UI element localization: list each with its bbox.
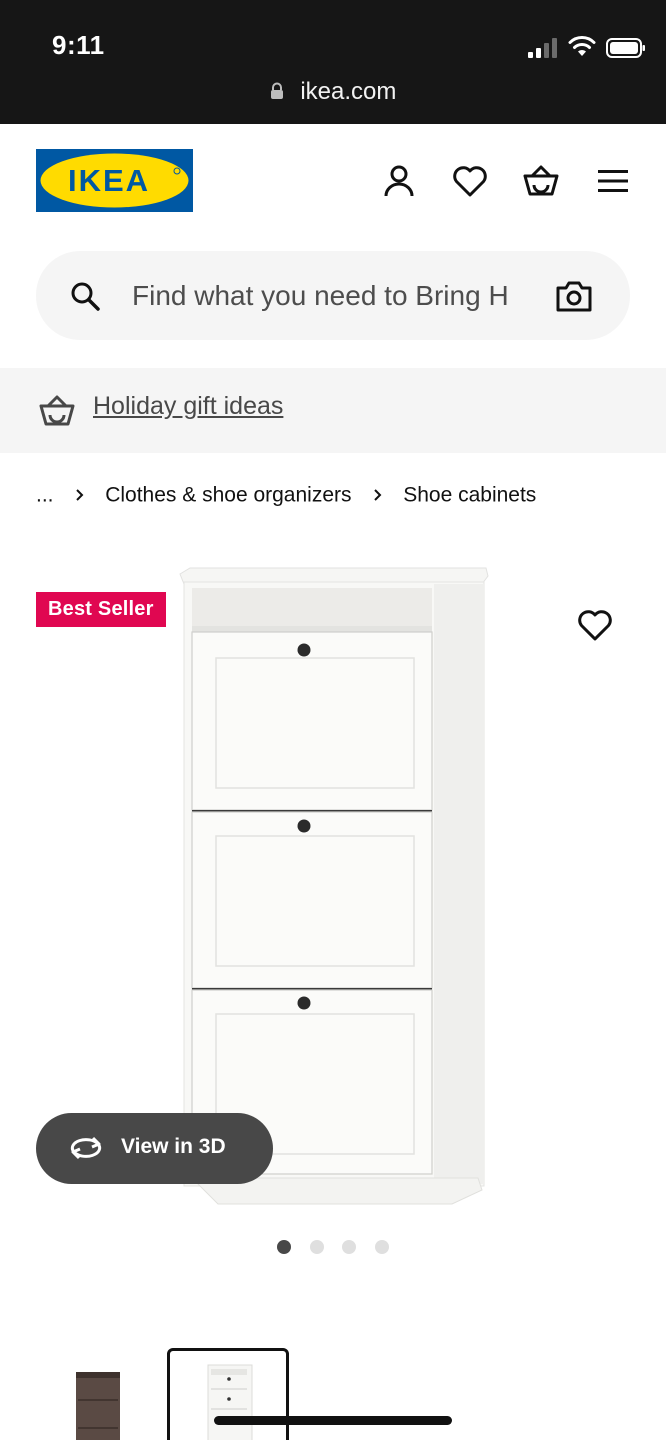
search-input[interactable] bbox=[132, 275, 532, 317]
home-indicator bbox=[214, 1416, 452, 1425]
shopping-bag-icon bbox=[39, 395, 75, 426]
address-bar[interactable]: ikea.com bbox=[0, 78, 666, 106]
add-to-favorites-heart-icon[interactable] bbox=[576, 606, 614, 644]
wifi-icon bbox=[568, 36, 596, 56]
cellular-signal-icon bbox=[528, 38, 557, 58]
white-cabinet-thumbnail bbox=[207, 1364, 253, 1440]
battery-icon bbox=[606, 38, 645, 58]
status-bar: 9:11 ikea.com bbox=[0, 0, 666, 124]
user-icon[interactable] bbox=[380, 162, 418, 200]
carousel-dot[interactable] bbox=[277, 1240, 292, 1254]
breadcrumb-ellipsis[interactable]: ... bbox=[36, 483, 54, 506]
carousel-dots bbox=[0, 1240, 666, 1256]
shopping-bag-icon[interactable] bbox=[522, 162, 560, 200]
url-text: ikea.com bbox=[300, 78, 397, 105]
svg-text:IKEA: IKEA bbox=[68, 163, 150, 198]
hamburger-menu-icon[interactable] bbox=[594, 162, 632, 200]
breadcrumb: ... Clothes & shoe organizers Shoe cabin… bbox=[36, 483, 536, 507]
variant-thumbnail-brown[interactable] bbox=[36, 1348, 158, 1440]
shoe-cabinet-image bbox=[179, 567, 489, 1205]
view-in-3d-label: View in 3D bbox=[121, 1135, 226, 1158]
carousel-dot[interactable] bbox=[342, 1240, 357, 1254]
color-variant-thumbnails bbox=[0, 1340, 666, 1440]
chevron-right-icon bbox=[374, 489, 382, 502]
search-icon[interactable] bbox=[70, 281, 100, 311]
holiday-gift-ideas-link[interactable]: Holiday gift ideas bbox=[93, 392, 283, 421]
search-bar bbox=[36, 251, 630, 340]
breadcrumb-item-clothes-shoe-organizers[interactable]: Clothes & shoe organizers bbox=[105, 483, 351, 506]
site-header: IKEA bbox=[0, 124, 666, 244]
rotate-3d-icon bbox=[70, 1136, 102, 1160]
status-time: 9:11 bbox=[52, 30, 105, 60]
carousel-dot[interactable] bbox=[309, 1240, 324, 1254]
breadcrumb-item-shoe-cabinets[interactable]: Shoe cabinets bbox=[403, 483, 536, 506]
promo-bar: Holiday gift ideas bbox=[0, 368, 666, 453]
chevron-right-icon bbox=[76, 489, 84, 502]
variant-thumbnail-white-selected[interactable] bbox=[167, 1348, 289, 1440]
product-image-gallery[interactable]: Best Seller View in 3D bbox=[0, 540, 666, 1240]
view-in-3d-button[interactable]: View in 3D bbox=[36, 1113, 273, 1184]
best-seller-badge: Best Seller bbox=[36, 592, 166, 627]
lock-icon bbox=[270, 82, 283, 99]
carousel-dot[interactable] bbox=[374, 1240, 389, 1254]
ikea-logo[interactable]: IKEA bbox=[36, 149, 193, 212]
camera-icon[interactable] bbox=[556, 279, 592, 313]
heart-icon[interactable] bbox=[451, 162, 489, 200]
